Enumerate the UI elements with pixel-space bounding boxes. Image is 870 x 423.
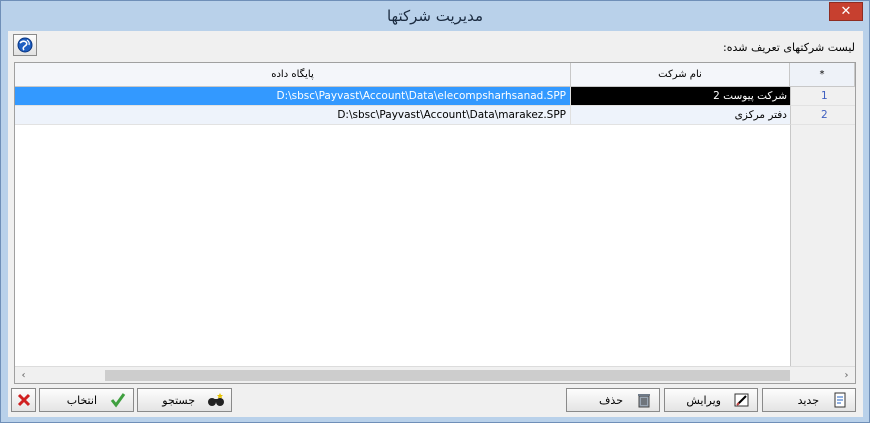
cell-database[interactable]: D:\sbsc\Payvast\Account\Data\marakez.SPP bbox=[15, 106, 571, 125]
scrollbar-thumb[interactable] bbox=[105, 370, 790, 381]
cancel-button[interactable] bbox=[11, 388, 36, 412]
window-title: مدیریت شرکتها bbox=[386, 7, 484, 25]
binoculars-icon bbox=[208, 393, 224, 406]
column-header-database[interactable]: پایگاه داده bbox=[15, 63, 571, 87]
company-list-label: لیست شرکتهای تعریف شده: bbox=[723, 41, 855, 54]
cell-company-name[interactable]: شرکت پیوست 2 bbox=[571, 87, 790, 106]
edit-icon bbox=[734, 393, 749, 407]
close-button[interactable]: ✕ bbox=[829, 2, 863, 21]
checkmark-icon bbox=[110, 393, 126, 408]
table-header: پایگاه داده نام شرکت * bbox=[15, 63, 855, 87]
search-button[interactable]: جستجو bbox=[137, 388, 232, 412]
new-button[interactable]: جدید bbox=[762, 388, 856, 412]
horizontal-scrollbar[interactable]: ‹ › bbox=[15, 366, 855, 383]
scroll-right-icon[interactable]: › bbox=[838, 367, 855, 383]
row-header-area bbox=[790, 125, 855, 367]
new-document-icon bbox=[834, 392, 846, 408]
x-icon bbox=[17, 393, 31, 407]
dialog-body: لیست شرکتهای تعریف شده: پایگاه داده نام … bbox=[8, 31, 863, 417]
delete-button[interactable]: حذف bbox=[566, 388, 660, 412]
company-management-window: مدیریت شرکتها ✕ لیست شرکتهای تعریف شده: … bbox=[0, 0, 870, 423]
edit-button[interactable]: ویرایش bbox=[664, 388, 758, 412]
companies-table[interactable]: پایگاه داده نام شرکت * D:\sbsc\Payvast\A… bbox=[14, 62, 856, 384]
scroll-left-icon[interactable]: ‹ bbox=[15, 367, 32, 383]
globe-button[interactable] bbox=[13, 34, 37, 56]
row-number[interactable]: 2 bbox=[790, 106, 855, 125]
new-button-label: جدید bbox=[797, 393, 819, 407]
select-button-label: انتخاب bbox=[66, 393, 97, 407]
globe-icon bbox=[17, 37, 33, 53]
column-header-row-indicator: * bbox=[790, 63, 855, 87]
column-header-company-name[interactable]: نام شرکت bbox=[571, 63, 790, 87]
table-row[interactable]: D:\sbsc\Payvast\Account\Data\marakez.SPP… bbox=[15, 106, 855, 125]
trash-icon bbox=[638, 394, 650, 408]
cell-company-name[interactable]: دفتر مرکزی bbox=[571, 106, 790, 125]
cell-database[interactable]: D:\sbsc\Payvast\Account\Data\elecompshar… bbox=[15, 87, 571, 106]
delete-button-label: حذف bbox=[599, 393, 623, 407]
row-number[interactable]: 1 bbox=[790, 87, 855, 106]
edit-button-label: ویرایش bbox=[686, 393, 721, 407]
select-button[interactable]: انتخاب bbox=[39, 388, 134, 412]
search-button-label: جستجو bbox=[162, 393, 195, 407]
title-bar: مدیریت شرکتها ✕ bbox=[1, 1, 869, 31]
table-row[interactable]: D:\sbsc\Payvast\Account\Data\elecompshar… bbox=[15, 87, 855, 106]
